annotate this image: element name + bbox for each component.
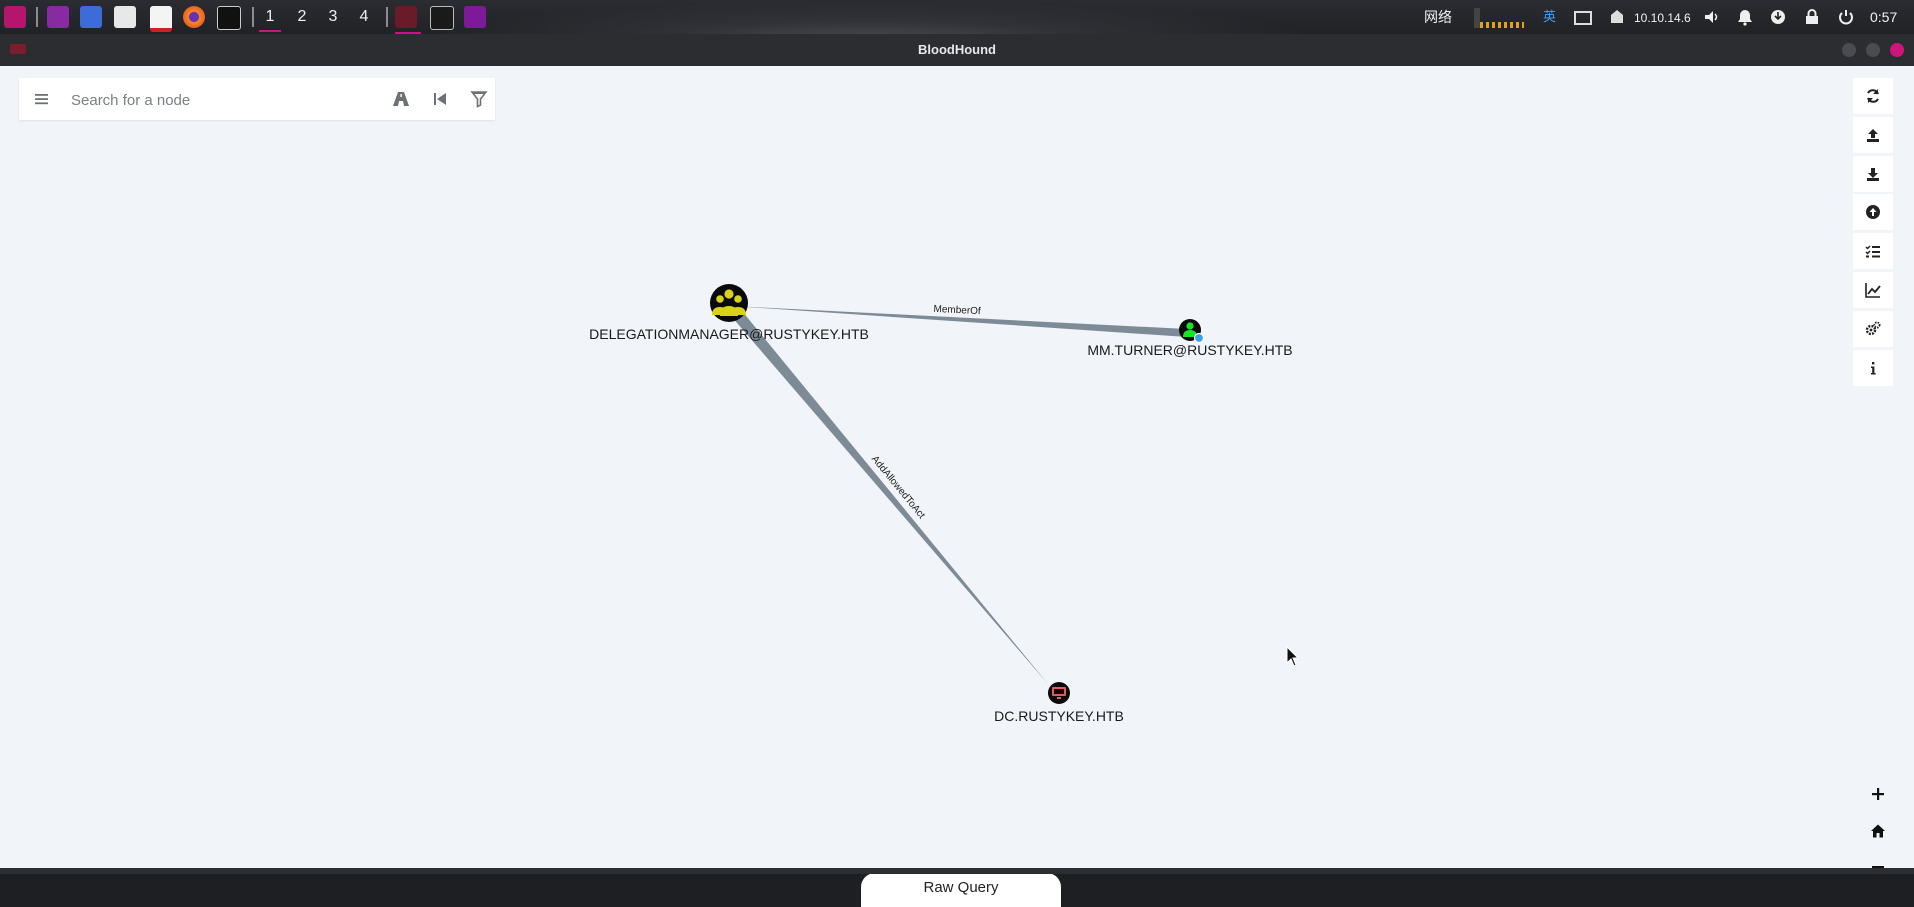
edge-label-addallowedtoact: AddAllowedToAct xyxy=(869,454,927,521)
node-computer[interactable] xyxy=(1048,682,1070,704)
edge-label-memberof: MemberOf xyxy=(933,304,981,317)
circle-arrow-up-icon xyxy=(1866,205,1880,219)
node-label-group: DELEGATIONMANAGER@RUSTYKEY.HTB xyxy=(589,326,869,342)
clock: 0:57 xyxy=(1870,9,1898,25)
screen-app-icon[interactable] xyxy=(80,6,102,28)
wallpaper-strip xyxy=(420,0,1320,34)
volume-icon[interactable] xyxy=(1703,8,1721,26)
graph-svg[interactable]: MemberOf AddAllowedToAct DELEGATIONMANAG… xyxy=(4,66,1910,868)
line-chart-icon xyxy=(1865,283,1881,298)
taskbar-separator xyxy=(386,7,388,27)
download-icon[interactable] xyxy=(1769,8,1787,26)
filter-icon[interactable] xyxy=(468,88,490,110)
workspace-4[interactable]: 4 xyxy=(351,6,377,28)
node-group[interactable] xyxy=(710,284,748,322)
kali-menu-icon[interactable] xyxy=(4,6,26,28)
change-layout-button[interactable] xyxy=(1853,272,1893,308)
download-icon xyxy=(1867,168,1879,181)
taskbar-separator xyxy=(252,7,254,27)
network-activity-graph-icon xyxy=(1474,8,1524,28)
bloodhound-window: BloodHound MemberOf AddAllowedToAct DELE… xyxy=(0,34,1914,907)
refresh-button[interactable] xyxy=(1853,78,1893,114)
zoom-out-button[interactable] xyxy=(1859,850,1897,884)
zoom-in-button[interactable] xyxy=(1859,777,1897,811)
info-icon xyxy=(1871,362,1876,375)
queued-tasks-button[interactable] xyxy=(1853,233,1893,269)
zoom-reset-button[interactable] xyxy=(1859,814,1897,848)
window-titlebar: BloodHound xyxy=(0,34,1914,66)
home-icon xyxy=(1871,824,1885,838)
back-icon[interactable] xyxy=(429,88,451,110)
window-title: BloodHound xyxy=(918,42,996,57)
terminal-app-icon[interactable] xyxy=(47,6,69,28)
vpn-icon[interactable] xyxy=(1608,8,1626,26)
cogs-icon xyxy=(1865,321,1881,336)
close-button[interactable] xyxy=(1890,43,1904,57)
workspace-2[interactable]: 2 xyxy=(289,6,315,28)
settings-button[interactable] xyxy=(1853,311,1893,347)
desktop-taskbar: 1 2 3 4 网络 英 10.10.14.6 0:57 xyxy=(0,0,1914,34)
window-bottom-border xyxy=(0,868,1914,874)
node-user[interactable] xyxy=(1179,319,1205,344)
about-button[interactable] xyxy=(1853,350,1893,386)
firefox-icon[interactable] xyxy=(183,6,205,28)
maximize-button[interactable] xyxy=(1866,43,1880,57)
import-graph-button[interactable] xyxy=(1853,156,1893,192)
plus-icon xyxy=(1872,788,1884,800)
network-label[interactable]: 网络 xyxy=(1424,8,1452,26)
workspace-1[interactable]: 1 xyxy=(257,6,283,32)
text-editor-icon[interactable] xyxy=(150,6,172,32)
edge-addallowedtoact[interactable] xyxy=(731,311,1048,684)
mouse-cursor-icon xyxy=(1286,645,1300,667)
workspace-3[interactable]: 3 xyxy=(320,6,346,28)
folder-window-icon[interactable] xyxy=(464,6,486,28)
search-panel xyxy=(19,78,495,120)
upload-data-button[interactable] xyxy=(1853,194,1893,230)
upload-icon xyxy=(1867,129,1879,142)
pathfinding-road-icon[interactable] xyxy=(390,88,412,110)
minimize-button[interactable] xyxy=(1842,43,1856,57)
display-icon[interactable] xyxy=(1574,11,1592,25)
taskbar-separator xyxy=(36,7,38,27)
ip-address: 10.10.14.6 xyxy=(1634,11,1691,25)
refresh-icon xyxy=(1867,89,1879,103)
search-input[interactable] xyxy=(69,87,373,113)
app-logo-icon xyxy=(10,44,26,54)
tasks-list-icon xyxy=(1865,245,1880,258)
node-label-user: MM.TURNER@RUSTYKEY.HTB xyxy=(1087,342,1292,358)
terminal-window-icon[interactable] xyxy=(430,6,454,30)
node-label-computer: DC.RUSTYKEY.HTB xyxy=(994,708,1124,724)
lock-icon[interactable] xyxy=(1803,8,1821,26)
graph-canvas[interactable]: MemberOf AddAllowedToAct DELEGATIONMANAG… xyxy=(4,66,1910,907)
bloodhound-window-icon[interactable] xyxy=(395,6,417,28)
notification-bell-icon[interactable] xyxy=(1736,8,1754,26)
files-app-icon[interactable] xyxy=(114,6,136,28)
hamburger-menu-icon[interactable] xyxy=(31,88,53,110)
input-method-indicator[interactable]: 英 xyxy=(1543,8,1556,26)
power-icon[interactable] xyxy=(1837,8,1855,26)
raw-query-toggle[interactable]: Raw Query xyxy=(861,873,1061,907)
export-graph-button[interactable] xyxy=(1853,117,1893,153)
terminal-icon[interactable] xyxy=(217,6,241,30)
